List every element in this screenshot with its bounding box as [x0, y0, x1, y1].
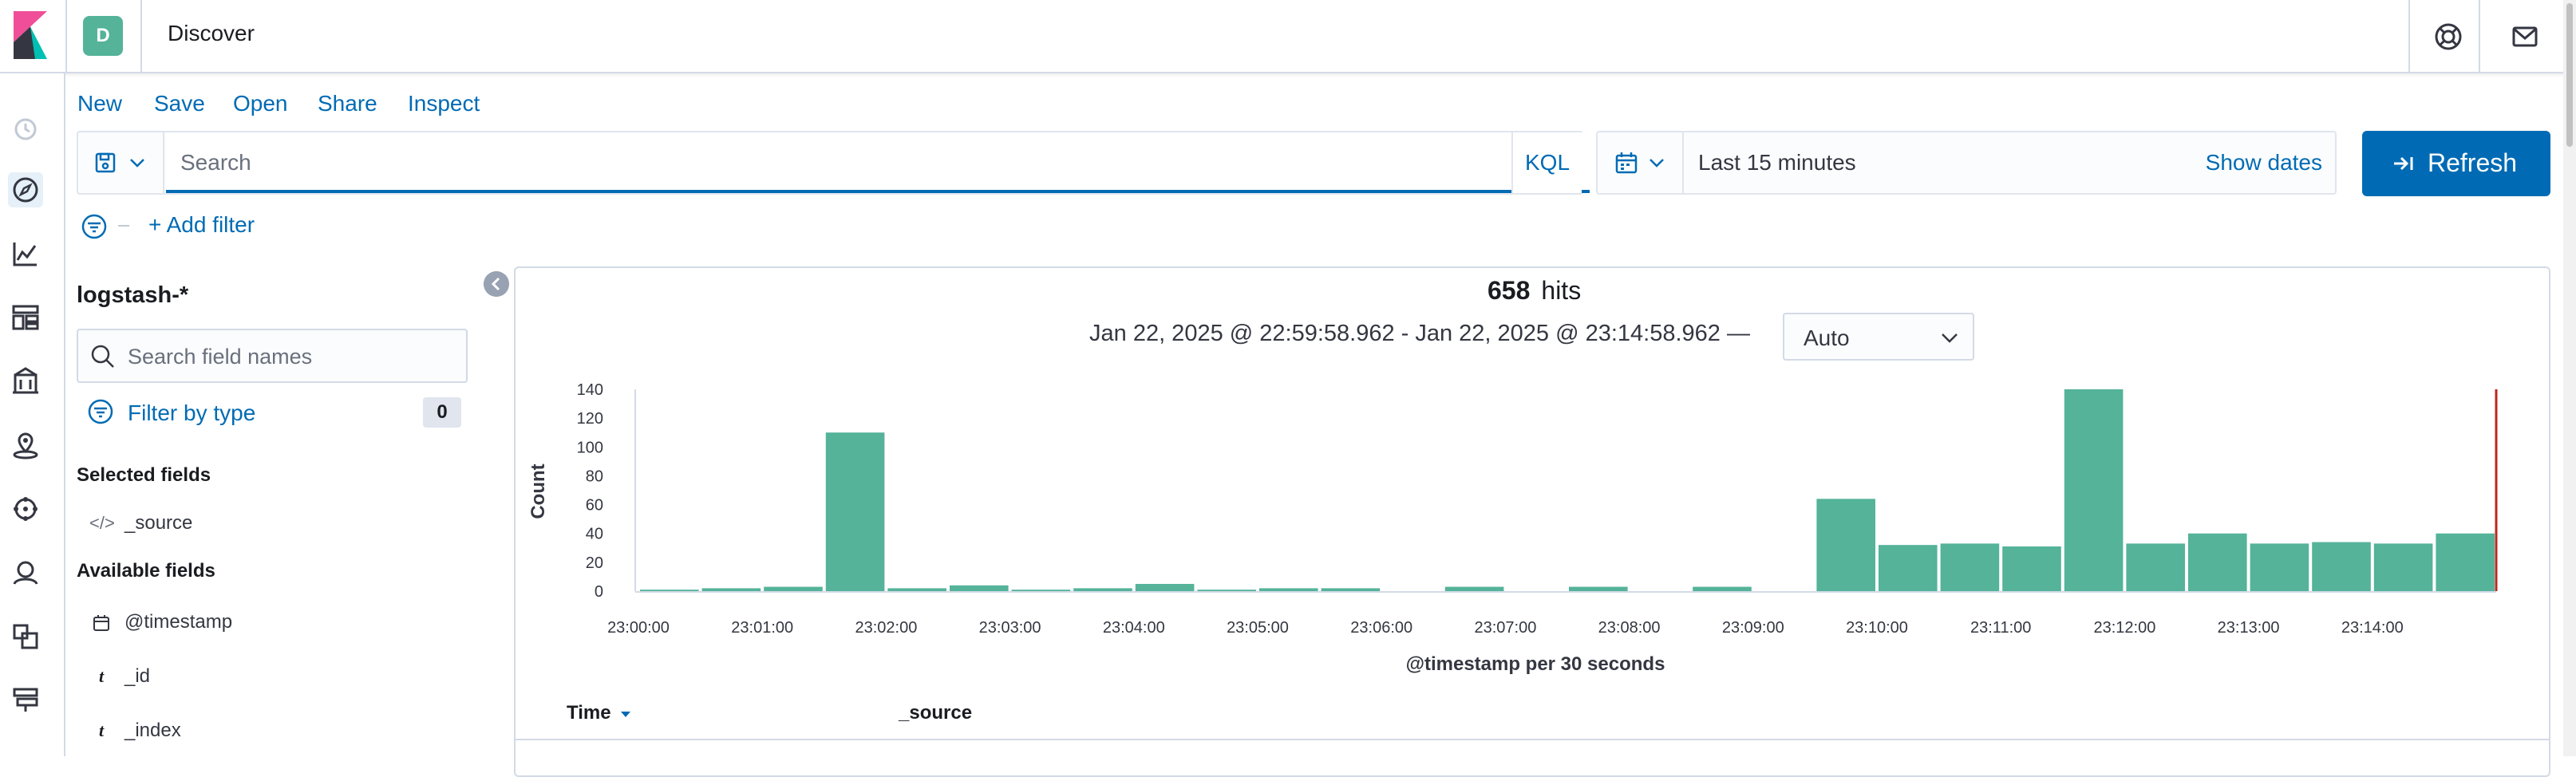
x-tick-label: 23:01:00 — [731, 619, 793, 637]
histogram-bar — [2002, 546, 2061, 591]
x-tick-label: 23:03:00 — [979, 619, 1041, 637]
source-column-header: _source — [899, 702, 973, 724]
histogram-bar — [1259, 588, 1318, 591]
histogram-bar — [1197, 590, 1256, 591]
histogram-bar — [825, 432, 885, 591]
x-tick-label: 23:10:00 — [1846, 619, 1908, 637]
y-axis-label: Count — [527, 463, 549, 519]
x-tick-label: 23:07:00 — [1474, 619, 1536, 637]
y-tick-label: 140 — [577, 381, 603, 399]
x-tick-label: 23:09:00 — [1722, 619, 1784, 637]
histogram-bar — [2312, 542, 2371, 591]
histogram-bar — [1816, 499, 1875, 591]
y-tick-label: 60 — [586, 497, 603, 515]
time-column-label: Time — [567, 702, 611, 724]
x-tick-label: 23:12:00 — [2093, 619, 2155, 637]
histogram-chart: 0 20 40 60 80 100 120 140 23:00:00 23:01:00 23:02:… — [527, 381, 2498, 675]
x-tick-label: 23:11:00 — [1970, 619, 2031, 637]
histogram-bar — [1879, 545, 1938, 591]
histogram-bar — [1444, 586, 1504, 591]
y-tick-label: 40 — [586, 526, 603, 543]
histogram-bar — [2126, 543, 2185, 591]
x-tick-label: 23:08:00 — [1598, 619, 1661, 637]
histogram-bar — [2436, 533, 2495, 591]
histogram-bar — [887, 588, 946, 591]
x-tick-label: 23:02:00 — [855, 619, 917, 637]
x-tick-label: 23:00:00 — [607, 619, 670, 637]
histogram-bar — [1940, 543, 2000, 591]
x-tick-label: 23:05:00 — [1227, 619, 1289, 637]
scrollbar-thumb[interactable] — [2566, 3, 2573, 147]
x-tick-label: 23:14:00 — [2341, 619, 2404, 637]
sort-down-icon[interactable] — [619, 709, 632, 719]
histogram-bar — [2250, 543, 2309, 591]
x-tick-label: 23:13:00 — [2218, 619, 2280, 637]
histogram-bar — [950, 585, 1009, 591]
y-tick-label: 100 — [577, 439, 603, 456]
histogram-bar — [2373, 543, 2433, 591]
histogram-bar — [2188, 533, 2247, 591]
histogram-bar — [1011, 590, 1071, 591]
table-divider — [516, 739, 2549, 740]
histogram-bar — [1693, 586, 1752, 591]
x-tick-label: 23:04:00 — [1103, 619, 1165, 637]
y-tick-label: 120 — [577, 410, 603, 428]
histogram-bar — [1073, 588, 1132, 591]
histogram-bar — [764, 586, 823, 591]
y-tick-label: 0 — [595, 583, 603, 601]
histogram-bar — [2064, 389, 2124, 591]
y-tick-label: 80 — [586, 467, 603, 485]
histogram-bar — [640, 590, 699, 591]
y-tick-label: 20 — [586, 554, 603, 572]
histogram-bar — [1135, 583, 1195, 591]
histogram-bar — [701, 588, 761, 591]
histogram-bar — [1321, 588, 1381, 591]
x-tick-label: 23:06:00 — [1350, 619, 1412, 637]
histogram-bar — [1569, 586, 1628, 591]
x-axis-label: @timestamp per 30 seconds — [1406, 653, 1665, 675]
time-column-header[interactable]: Time — [567, 702, 632, 724]
